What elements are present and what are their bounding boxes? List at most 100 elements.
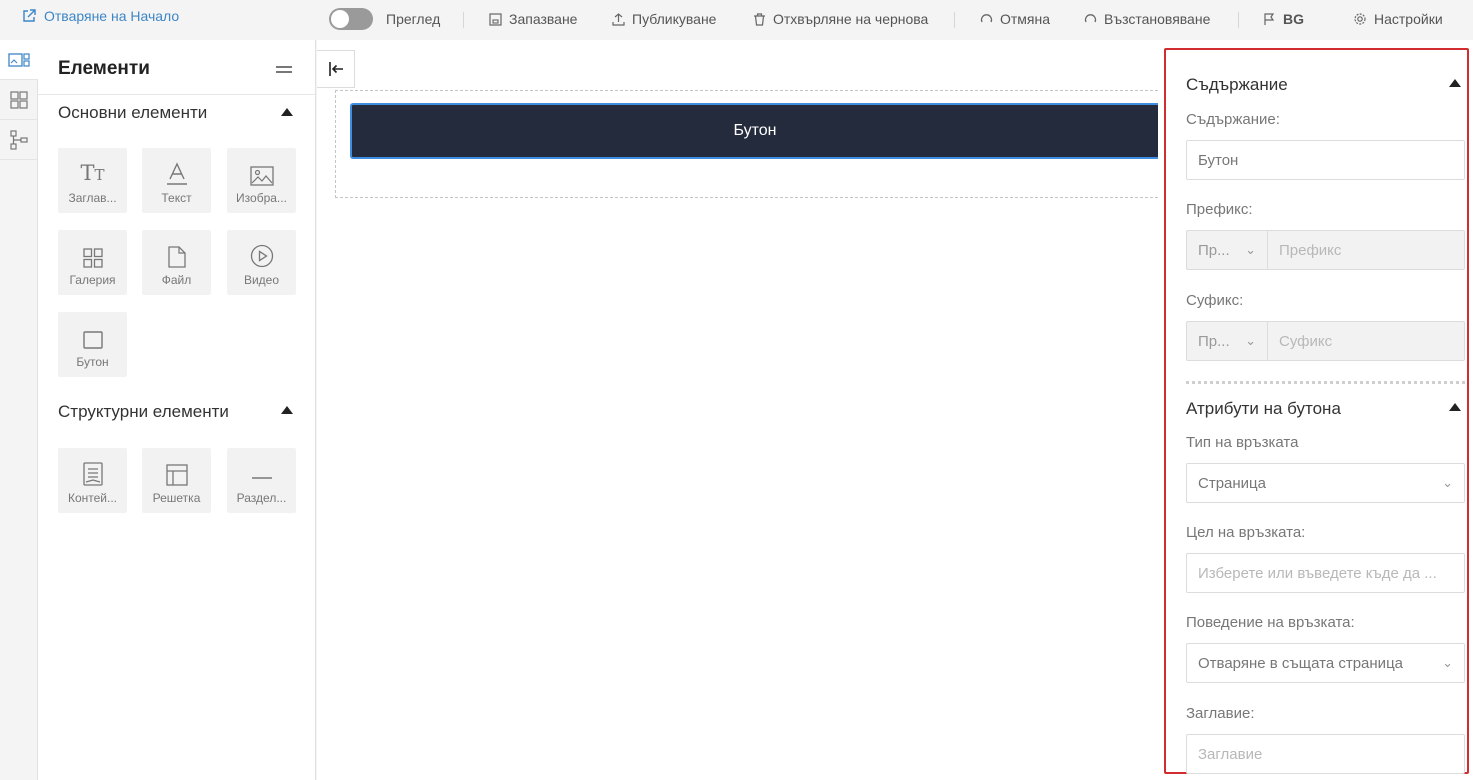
file-icon [167,246,186,268]
collapse-arrow-icon[interactable] [1449,79,1461,87]
link-target-label: Цел на връзката: [1186,524,1306,541]
open-home-link[interactable]: Отваряне на Начало [22,8,179,24]
elements-panel: Елементи Основни елементи TT Заглав... Т… [38,40,316,780]
element-tile-button[interactable]: Бутон [58,312,127,377]
link-type-label: Тип на връзката [1186,434,1299,451]
discard-draft-button[interactable]: Отхвърляне на чернова [753,11,928,27]
properties-panel: Съдържание Съдържание: Бутон Префикс: Пр… [1158,40,1473,780]
button-attributes-heading[interactable]: Атрибути на бутона [1186,399,1341,419]
content-section-heading[interactable]: Съдържание [1186,75,1288,95]
link-behavior-select[interactable]: Отваряне в същата страница ⌄ [1186,643,1465,683]
language-selector[interactable]: BG [1263,11,1304,27]
preview-toggle[interactable]: Преглед [329,8,440,30]
suffix-input[interactable]: Суфикс [1268,322,1464,360]
suffix-type-value: Пр... [1198,332,1230,350]
prefix-input[interactable]: Префикс [1268,231,1464,269]
element-tile-label: Заглав... [68,191,117,205]
section-divider [1186,381,1465,384]
element-tile-label: Текст [161,191,192,205]
structural-elements-heading[interactable]: Структурни елементи [58,402,229,422]
element-tile-label: Решетка [152,491,201,505]
save-label: Запазване [509,11,578,27]
undo-label: Отмяна [1000,11,1051,27]
gear-icon [1354,13,1366,25]
toggle-switch[interactable] [329,8,373,30]
panel-menu-icon[interactable] [276,66,292,76]
chevron-down-icon: ⌄ [1442,475,1453,490]
publish-button[interactable]: Публикуване [612,11,716,27]
element-tile-file[interactable]: Файл [142,230,211,295]
elements-panel-title: Елементи [58,58,150,79]
link-type-value: Страница [1198,474,1266,492]
content-input[interactable]: Бутон [1186,140,1465,180]
element-tile-label: Контей... [67,491,118,505]
prefix-type-value: Пр... [1198,241,1230,259]
element-tile-gallery[interactable]: Галерия [58,230,127,295]
suffix-field: Пр... ⌄ Суфикс [1186,321,1465,361]
left-rail [0,40,38,780]
element-tile-video[interactable]: Видео [227,230,296,295]
settings-button[interactable]: Настройки [1353,11,1443,27]
link-behavior-value: Отваряне в същата страница [1198,654,1403,672]
element-tile-grid[interactable]: Решетка [142,448,211,513]
preview-label: Преглед [386,11,441,27]
tree-icon [10,129,28,150]
link-behavior-label: Поведение на връзката: [1186,614,1355,631]
flag-icon [1264,12,1275,25]
element-tile-label: Видео [243,273,280,287]
element-tile-text[interactable]: Текст [142,148,211,213]
save-icon [489,12,502,26]
language-label: BG [1283,11,1304,27]
title-field-label: Заглавие: [1186,705,1255,722]
rail-structure-tab[interactable] [0,120,38,160]
basic-elements-heading[interactable]: Основни елементи [58,103,207,123]
redo-icon [1084,13,1097,22]
chevron-down-icon: ⌄ [1442,655,1453,670]
canvas-button-element[interactable]: Бутон [350,103,1158,159]
redo-label: Възстановяване [1104,11,1211,27]
element-tile-divider[interactable]: Раздел... [227,448,296,513]
heading-icon: TT [80,161,105,185]
collapse-left-icon [328,62,343,76]
element-tile-container[interactable]: Контей... [58,448,127,513]
suffix-type-select[interactable]: Пр... ⌄ [1187,322,1268,360]
title-input[interactable]: Заглавие [1186,734,1465,774]
suffix-field-label: Суфикс: [1186,292,1244,309]
discard-draft-label: Отхвърляне на чернова [773,11,929,27]
element-tile-image[interactable]: Изобра... [227,148,296,213]
elements-panel-header: Елементи [38,40,315,95]
rail-elements-tab[interactable] [0,40,38,80]
gallery-icon [82,248,103,268]
prefix-type-select[interactable]: Пр... ⌄ [1187,231,1268,269]
link-target-input[interactable]: Изберете или въведете къде да ... [1186,553,1465,593]
content-field-label: Съдържание: [1186,111,1280,128]
text-icon [166,162,187,185]
element-tile-label: Файл [161,273,192,287]
redo-button[interactable]: Възстановяване [1084,11,1210,27]
upload-icon [612,12,625,26]
rail-layouts-tab[interactable] [0,80,38,120]
properties-highlight-frame: Съдържание Съдържание: Бутон Префикс: Пр… [1164,48,1469,774]
button-icon [82,331,103,349]
top-toolbar: Отваряне на Начало Преглед Запазване Пуб… [0,0,1473,40]
image-icon [249,166,274,186]
element-tile-label: Изобра... [236,191,287,205]
undo-icon [980,13,993,22]
settings-label: Настройки [1374,11,1443,27]
prefix-field: Пр... ⌄ Префикс [1186,230,1465,270]
collapse-arrow-icon[interactable] [281,406,293,414]
element-tile-heading[interactable]: TT Заглав... [58,148,127,213]
grid-icon [10,90,28,109]
trash-icon [754,12,765,26]
divider-icon [251,477,272,479]
elements-icon [8,52,30,67]
link-target-placeholder: Изберете или въведете къде да ... [1198,564,1437,582]
chevron-down-icon: ⌄ [1245,333,1256,348]
save-button[interactable]: Запазване [489,11,577,27]
collapse-arrow-icon[interactable] [1449,403,1461,411]
prefix-field-label: Префикс: [1186,201,1253,218]
link-type-select[interactable]: Страница ⌄ [1186,463,1465,503]
collapse-panel-button[interactable] [317,50,355,88]
collapse-arrow-icon[interactable] [281,108,293,116]
undo-button[interactable]: Отмяна [980,11,1050,27]
